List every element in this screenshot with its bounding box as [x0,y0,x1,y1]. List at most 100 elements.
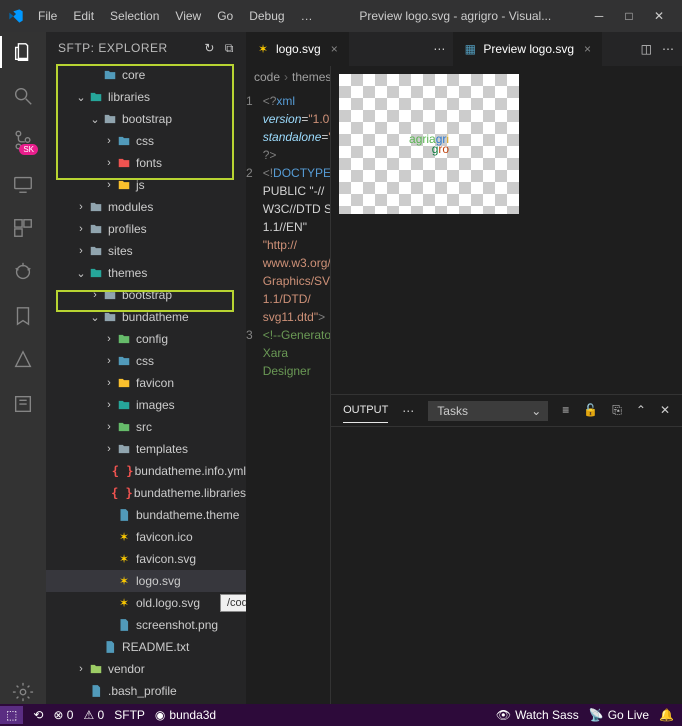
menu-file[interactable]: File [32,5,63,27]
tree-item-logo-svg[interactable]: ✶logo.svg [46,570,246,592]
status-sftp[interactable]: SFTP [114,708,145,722]
status-go-live[interactable]: 📡 Go Live [589,708,649,722]
tree-item-favicon-svg[interactable]: ✶favicon.svg [46,548,246,570]
status-errors[interactable]: ⊗ 0 [53,708,73,722]
tree-item-README-txt[interactable]: README.txt [46,636,246,658]
collapse-panel-icon[interactable]: ⌃ [636,403,646,418]
remote-icon[interactable] [11,172,35,196]
crumb[interactable]: themes [292,70,330,84]
titlebar: File Edit Selection View Go Debug … Prev… [0,0,682,32]
sftp-icon[interactable] [11,392,35,416]
tree-label: src [136,420,152,434]
unlock-icon[interactable]: 🔓 [583,403,598,418]
menu-view[interactable]: View [169,5,207,27]
menu-overflow[interactable]: … [295,5,319,27]
menu-go[interactable]: Go [211,5,239,27]
tree-item-src[interactable]: › src [46,416,246,438]
tree-item-core[interactable]: core [46,64,246,86]
tree-item-bootstrap[interactable]: ›bootstrap [46,284,246,306]
code-content[interactable]: <?xml version="1.0" standalone="no" ?> <… [259,88,330,704]
breadcrumb[interactable]: code› themes› bundatheme› ✶ [246,66,330,88]
tab-close-icon[interactable]: × [331,42,338,56]
status-warnings[interactable]: ⚠ 0 [83,708,104,722]
tree-item-images[interactable]: ›images [46,394,246,416]
code-editor[interactable]: code› themes› bundatheme› ✶ 123 <?xml ve… [246,66,331,704]
file-blue-icon [88,683,104,699]
clear-icon[interactable]: ⎘ [612,403,622,418]
explorer-icon[interactable] [11,40,35,64]
list-icon[interactable]: ≡ [562,403,569,418]
folder-green-icon [116,331,132,347]
tree-item-vendor[interactable]: ›vendor [46,658,246,680]
tree-item-profiles[interactable]: ›profiles [46,218,246,240]
output-channel-select[interactable]: Tasks ⌄ [428,401,548,421]
tree-item-libraries[interactable]: ⌄libraries [46,86,246,108]
tree-item-config[interactable]: ›config [46,328,246,350]
activity-bar: SK [0,32,46,704]
tree-item-js[interactable]: ›js [46,174,246,196]
output-panel: OUTPUT ⋯ Tasks ⌄ ≡ 🔓 ⎘ ⌃ ✕ [331,394,682,704]
panel-tab-output[interactable]: OUTPUT [343,398,388,423]
tree-item-bundatheme[interactable]: ⌄bundatheme [46,306,246,328]
tree-item-bootstrap[interactable]: ⌄bootstrap [46,108,246,130]
folder-grey-icon [88,221,104,237]
tab-preview[interactable]: ▦ Preview logo.svg × [453,32,602,66]
tree-label: screenshot.png [136,618,218,632]
tab-more-icon[interactable]: ⋯ [662,42,674,56]
tree-item-bundatheme-theme[interactable]: bundatheme.theme [46,504,246,526]
tab-close-icon[interactable]: × [584,42,591,56]
menu-edit[interactable]: Edit [67,5,100,27]
menu-debug[interactable]: Debug [243,5,290,27]
tree-item-favicon[interactable]: ›favicon [46,372,246,394]
tree-item-modules[interactable]: ›modules [46,196,246,218]
tree-item--bash_profile[interactable]: .bash_profile [46,680,246,702]
tree-item-bundatheme-info-yml[interactable]: { }bundatheme.info.yml [46,460,246,482]
folder-green-icon [116,419,132,435]
tree-item-css[interactable]: ›css [46,350,246,372]
tree-item--csslintrc[interactable]: .csslintrc [46,702,246,704]
maximize-button[interactable]: □ [622,9,636,23]
chevron-icon: › [88,289,102,301]
azure-icon[interactable] [11,348,35,372]
tree-label: favicon.svg [136,552,196,566]
sidebar: SFTP: EXPLORER ↻ ⧉ /code/themes/bundathe… [46,32,246,704]
source-control-icon[interactable]: SK [11,128,35,152]
collapse-icon[interactable]: ⧉ [225,41,234,56]
status-user[interactable]: ◉ bunda3d [155,708,216,722]
tab-more-icon[interactable]: ⋯ [433,42,445,56]
close-panel-icon[interactable]: ✕ [660,403,670,418]
settings-icon[interactable] [11,680,35,704]
tree-item-css[interactable]: ›css [46,130,246,152]
debug-icon[interactable] [11,260,35,284]
refresh-icon[interactable]: ↻ [204,41,215,55]
chevron-icon: › [102,421,116,433]
bookmark-icon[interactable] [11,304,35,328]
file-blue-icon [116,617,132,633]
tree-item-sites[interactable]: ›sites [46,240,246,262]
tab-logo-svg[interactable]: ✶ logo.svg × [246,32,349,66]
search-icon[interactable] [11,84,35,108]
tree-item-favicon-ico[interactable]: ✶favicon.ico [46,526,246,548]
menu-selection[interactable]: Selection [104,5,165,27]
panel-more-icon[interactable]: ⋯ [402,404,414,418]
remote-status-icon[interactable]: ⬚ [0,706,23,724]
tree-item-screenshot-png[interactable]: screenshot.png [46,614,246,636]
sync-icon[interactable]: ⟲ [33,708,43,722]
file-tree[interactable]: /code/themes/bundatheme/logo.svg core⌄li… [46,64,246,704]
tree-label: modules [108,200,153,214]
close-button[interactable]: ✕ [652,9,666,23]
status-bell-icon[interactable]: 🔔 [659,708,674,722]
split-editor-icon[interactable]: ◫ [641,42,652,56]
tree-item-bundatheme-libraries[interactable]: { }bundatheme.libraries [46,482,246,504]
tree-item-old-logo-svg[interactable]: ✶old.logo.svg [46,592,246,614]
tree-item-fonts[interactable]: ›fonts [46,152,246,174]
tree-item-templates[interactable]: ›templates [46,438,246,460]
crumb[interactable]: code [254,70,280,84]
tree-label: bootstrap [122,112,172,126]
tree-label: README.txt [122,640,189,654]
minimize-button[interactable]: ─ [592,9,606,23]
tree-item-themes[interactable]: ⌄themes [46,262,246,284]
tree-label: images [136,398,175,412]
extensions-icon[interactable] [11,216,35,240]
status-watch-sass[interactable]: 👁 Watch Sass [496,708,579,722]
